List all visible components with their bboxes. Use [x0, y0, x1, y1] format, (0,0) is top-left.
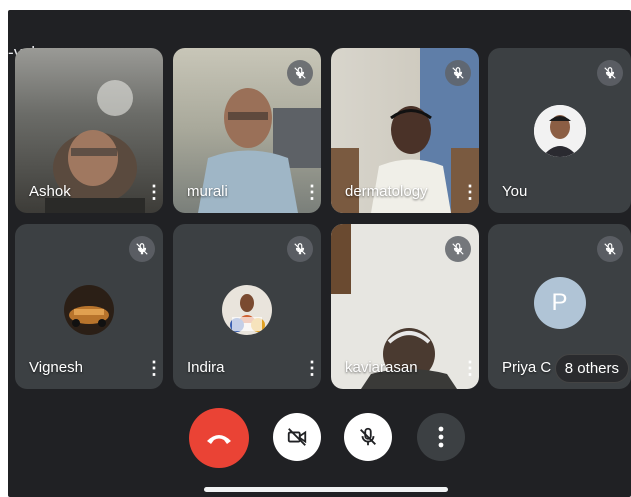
meet-screen: -vvhr-puv▶ Ashok ⋮ murali ⋮: [8, 10, 631, 497]
avatar-photo: [533, 104, 586, 157]
mic-off-badge: [597, 236, 623, 262]
camera-toggle-button[interactable]: [273, 413, 321, 461]
participant-name: murali: [187, 183, 228, 200]
participant-tile-you[interactable]: You: [488, 48, 631, 213]
mic-off-badge: [445, 60, 471, 86]
participant-name: Ashok: [29, 183, 71, 200]
mic-off-badge: [287, 60, 313, 86]
mic-off-icon: [294, 67, 306, 79]
participant-name: Priya C: [502, 359, 552, 376]
mic-toggle-button[interactable]: [344, 413, 392, 461]
mic-off-badge: [287, 236, 313, 262]
mic-off-icon: [604, 67, 616, 79]
mic-off-icon: [360, 427, 376, 446]
mic-off-icon: [452, 67, 464, 79]
more-vert-icon: [438, 426, 444, 448]
participant-tile-indira[interactable]: Indira ⋮: [173, 224, 321, 389]
end-call-button[interactable]: [189, 408, 249, 468]
mic-off-icon: [294, 243, 306, 255]
more-vert-icon[interactable]: ⋮: [461, 357, 479, 379]
more-options-button[interactable]: [417, 413, 465, 461]
participant-tile-kaviarasan[interactable]: kaviarasan ⋮: [331, 224, 479, 389]
participant-name: dermatology: [345, 183, 428, 200]
participant-avatar: [222, 284, 272, 335]
mic-off-icon: [452, 243, 464, 255]
participant-avatar: [533, 104, 586, 157]
participant-avatar: [64, 284, 114, 335]
participant-name: Vignesh: [29, 359, 83, 376]
avatar-photo: [222, 284, 272, 335]
participant-tile-ashok[interactable]: Ashok ⋮: [15, 48, 163, 213]
camera-off-icon: [287, 428, 307, 446]
participant-name: Indira: [187, 359, 225, 376]
participant-tile-priya-c[interactable]: P Priya C 8 others: [488, 224, 631, 389]
more-vert-icon[interactable]: ⋮: [303, 181, 321, 203]
more-vert-icon[interactable]: ⋮: [461, 181, 479, 203]
more-vert-icon[interactable]: ⋮: [303, 357, 321, 379]
avatar-photo: [64, 284, 114, 335]
participant-name: You: [502, 183, 528, 200]
participant-tile-murali[interactable]: murali ⋮: [173, 48, 321, 213]
home-indicator[interactable]: [204, 487, 448, 492]
participant-tile-vignesh[interactable]: Vignesh ⋮: [15, 224, 163, 389]
others-count-button[interactable]: 8 others: [554, 354, 629, 383]
participant-name: kaviarasan: [345, 359, 418, 376]
more-vert-icon[interactable]: ⋮: [145, 357, 163, 379]
end-call-icon: [207, 435, 231, 444]
mic-off-badge: [129, 236, 155, 262]
mic-off-icon: [604, 243, 616, 255]
mic-off-badge: [445, 236, 471, 262]
participant-tile-dermatology[interactable]: dermatology ⋮: [331, 48, 479, 213]
participant-avatar: P: [533, 276, 586, 329]
mic-off-badge: [597, 60, 623, 86]
more-vert-icon[interactable]: ⋮: [145, 181, 163, 203]
mic-off-icon: [136, 243, 148, 255]
